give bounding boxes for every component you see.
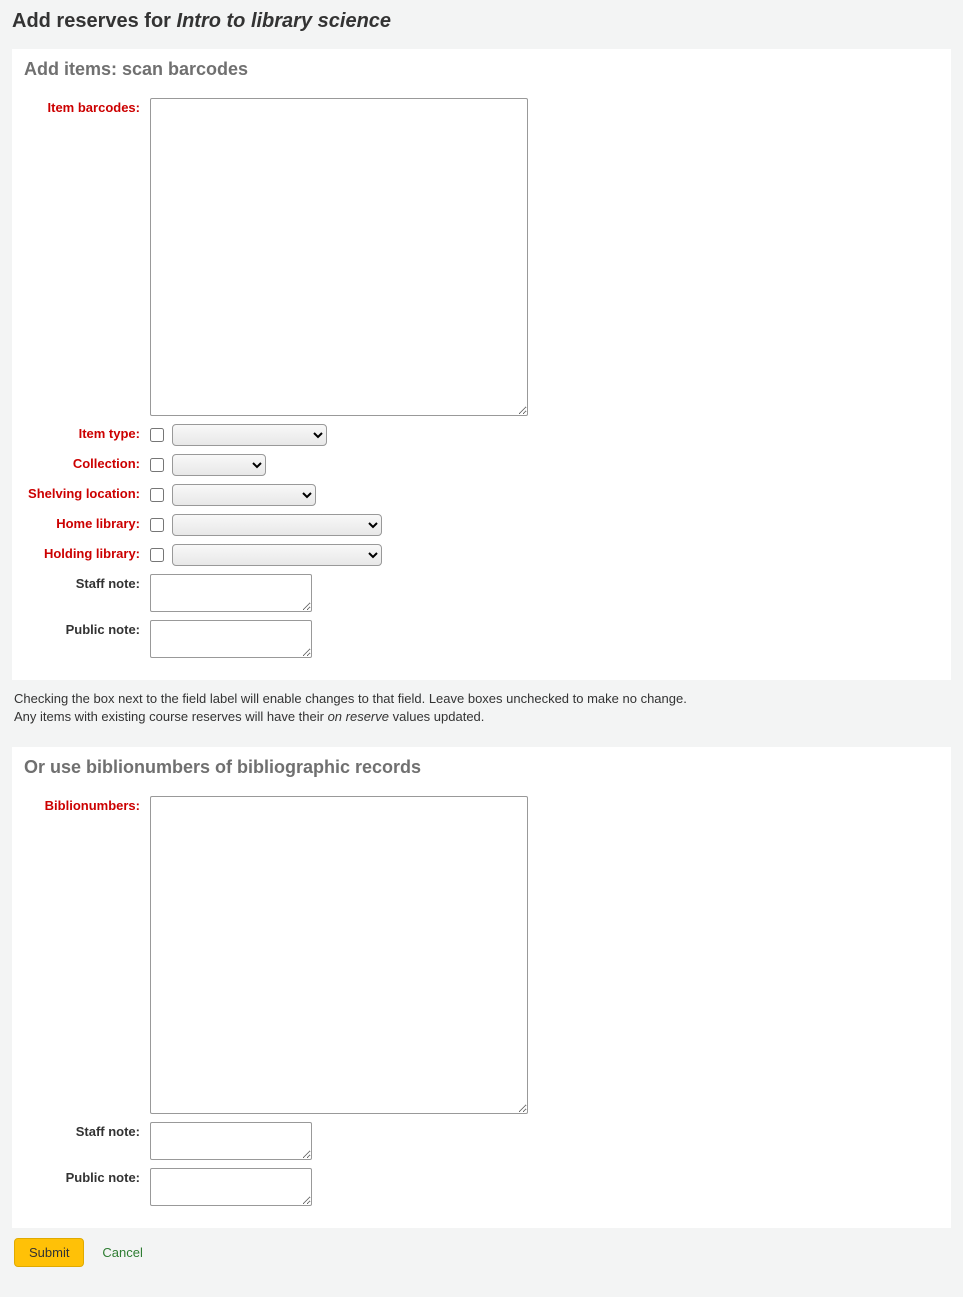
cancel-link[interactable]: Cancel bbox=[102, 1245, 142, 1260]
hint-line1: Checking the box next to the field label… bbox=[14, 690, 949, 708]
label-item-barcodes: Item barcodes: bbox=[24, 98, 150, 116]
label-public-note-1: Public note: bbox=[24, 620, 150, 638]
label-home-library: Home library: bbox=[24, 514, 150, 532]
homelib-select[interactable] bbox=[172, 514, 382, 536]
panel-heading-scan: Add items: scan barcodes bbox=[24, 59, 939, 80]
public-note-input-2[interactable] bbox=[150, 1168, 312, 1206]
label-staff-note-2: Staff note: bbox=[24, 1122, 150, 1140]
item-barcodes-input[interactable] bbox=[150, 98, 528, 416]
title-prefix: Add reserves for bbox=[12, 10, 177, 32]
collection-enable-checkbox[interactable] bbox=[150, 458, 164, 472]
shelving-enable-checkbox[interactable] bbox=[150, 488, 164, 502]
label-biblionumbers: Biblionumbers: bbox=[24, 796, 150, 814]
label-collection: Collection: bbox=[24, 454, 150, 472]
label-holding-library: Holding library: bbox=[24, 544, 150, 562]
submit-button[interactable]: Submit bbox=[14, 1238, 84, 1267]
hint-block: Checking the box next to the field label… bbox=[12, 680, 951, 735]
hint-line2b: values updated. bbox=[389, 709, 484, 724]
staff-note-input-2[interactable] bbox=[150, 1122, 312, 1160]
hint-line2-italic: on reserve bbox=[328, 709, 389, 724]
label-staff-note-1: Staff note: bbox=[24, 574, 150, 592]
course-name: Intro to library science bbox=[177, 10, 392, 32]
label-shelving-location: Shelving location: bbox=[24, 484, 150, 502]
page-title: Add reserves for Intro to library scienc… bbox=[12, 10, 951, 33]
holdlib-select[interactable] bbox=[172, 544, 382, 566]
shelving-select[interactable] bbox=[172, 484, 316, 506]
label-item-type: Item type: bbox=[24, 424, 150, 442]
itemtype-select[interactable] bbox=[172, 424, 327, 446]
hint-line2a: Any items with existing course reserves … bbox=[14, 709, 328, 724]
label-public-note-2: Public note: bbox=[24, 1168, 150, 1186]
hint-line2: Any items with existing course reserves … bbox=[14, 708, 949, 726]
biblionumbers-input[interactable] bbox=[150, 796, 528, 1114]
panel-biblionumbers: Or use biblionumbers of bibliographic re… bbox=[12, 747, 951, 1228]
panel-scan-barcodes: Add items: scan barcodes Item barcodes: … bbox=[12, 49, 951, 680]
panel-heading-biblio: Or use biblionumbers of bibliographic re… bbox=[24, 757, 939, 778]
homelib-enable-checkbox[interactable] bbox=[150, 518, 164, 532]
holdlib-enable-checkbox[interactable] bbox=[150, 548, 164, 562]
actions-bar: Submit Cancel bbox=[12, 1228, 951, 1277]
collection-select[interactable] bbox=[172, 454, 266, 476]
public-note-input-1[interactable] bbox=[150, 620, 312, 658]
itemtype-enable-checkbox[interactable] bbox=[150, 428, 164, 442]
staff-note-input-1[interactable] bbox=[150, 574, 312, 612]
